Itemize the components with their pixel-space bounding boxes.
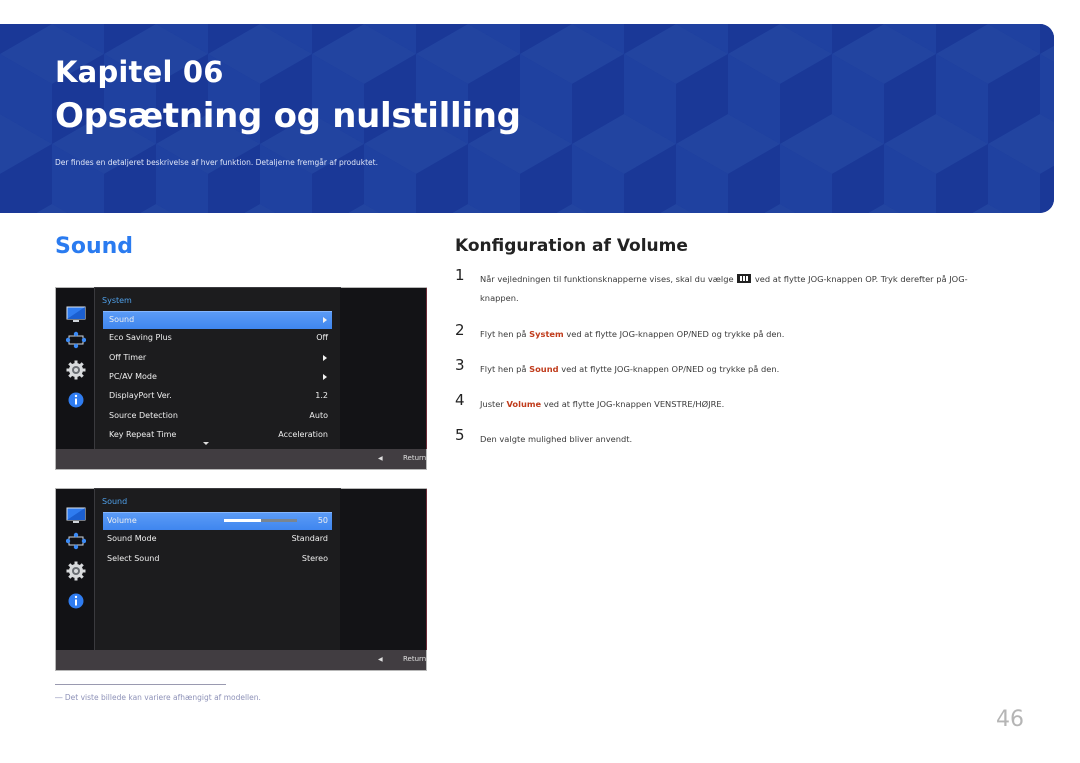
menu-item-label: Sound Mode <box>107 534 157 544</box>
resize-arrows-icon[interactable] <box>66 531 86 551</box>
chapter-banner: Kapitel 06 Opsætning og nulstilling Der … <box>0 24 1054 213</box>
menu-item-value: 1.2 <box>315 391 328 401</box>
osd-sound-menu: Sound Volume 50 Sound Mode Standard Select S… <box>55 488 427 671</box>
resize-arrows-icon[interactable] <box>66 330 86 350</box>
osd-backdrop <box>340 489 427 650</box>
menu-button-icon <box>737 274 752 283</box>
chevron-right-icon <box>323 317 327 323</box>
menu-item-eco-saving-plus[interactable]: Eco Saving Plus Off <box>103 330 332 347</box>
osd-system-menu: System Sound Eco Saving Plus Off Off Timer P… <box>55 287 427 470</box>
menu-item-sound[interactable]: Sound <box>103 311 332 329</box>
menu-item-label: Source Detection <box>109 410 178 420</box>
panel-title: Sound <box>102 497 128 506</box>
menu-item-label: Select Sound <box>107 553 160 563</box>
step-number: 2 <box>455 321 465 339</box>
menu-item-value: Stereo <box>301 553 328 563</box>
menu-item-pc-av-mode[interactable]: PC/AV Mode <box>103 369 332 386</box>
osd-icon-rail <box>56 288 94 449</box>
step-number: 5 <box>455 426 465 444</box>
menu-item-label: Key Repeat Time <box>109 429 177 439</box>
menu-item-value: Standard <box>291 534 328 544</box>
menu-item-off-timer[interactable]: Off Timer <box>103 350 332 367</box>
step-number: 1 <box>455 266 465 284</box>
gear-icon[interactable] <box>66 561 86 581</box>
return-arrow-icon: ◀ <box>378 656 383 663</box>
info-icon[interactable] <box>66 390 86 410</box>
step-text: Den valgte mulighed bliver anvendt. <box>480 434 633 444</box>
step-number: 4 <box>455 391 465 409</box>
chevron-right-icon <box>323 354 327 361</box>
chapter-number: Kapitel 06 <box>55 55 224 89</box>
section-title: Sound <box>55 234 134 259</box>
menu-item-value: 50 <box>317 516 328 525</box>
osd-panel: Sound Volume 50 Sound Mode Standard Select S… <box>94 488 341 652</box>
step-text: Flyt hen på System ved at flytte JOG-kna… <box>480 329 785 339</box>
steps-heading: Konfiguration af Volume <box>455 236 688 256</box>
osd-backdrop <box>340 288 427 449</box>
chapter-title: Opsætning og nulstilling <box>55 96 521 136</box>
menu-item-displayport-ver-[interactable]: DisplayPort Ver. 1.2 <box>103 388 332 405</box>
menu-item-key-repeat-time[interactable]: Key Repeat Time Acceleration <box>103 427 332 444</box>
scroll-down-icon[interactable] <box>203 442 209 445</box>
osd-footer: ◀ Return <box>56 650 426 670</box>
panel-title: System <box>102 296 132 305</box>
osd-panel: System Sound Eco Saving Plus Off Off Timer P… <box>94 287 341 451</box>
step-text: Juster Volume ved at flytte JOG-knappen … <box>480 399 725 409</box>
return-button[interactable]: Return <box>403 454 426 462</box>
menu-item-label: Volume <box>107 516 137 525</box>
volume-slider-fill <box>224 519 261 522</box>
menu-item-volume[interactable]: Volume 50 <box>103 512 332 530</box>
menu-item-value: Off <box>316 333 328 343</box>
gear-icon[interactable] <box>66 360 86 380</box>
return-button[interactable]: Return <box>403 655 426 663</box>
footnote: ― Det viste billede kan variere afhængig… <box>55 693 261 702</box>
volume-slider[interactable] <box>224 519 297 522</box>
menu-item-label: Eco Saving Plus <box>109 333 172 343</box>
menu-item-value: Acceleration <box>278 429 328 439</box>
menu-item-label: Off Timer <box>109 352 147 362</box>
monitor-icon[interactable] <box>66 305 86 325</box>
menu-item-label: Sound <box>109 315 135 324</box>
step-text: Når vejledningen til funktionsknapperne … <box>480 274 968 303</box>
step-text: Flyt hen på Sound ved at flytte JOG-knap… <box>480 364 780 374</box>
menu-item-sound-mode[interactable]: Sound Mode Standard <box>103 531 332 548</box>
chapter-description: Der findes en detaljeret beskrivelse af … <box>55 158 378 167</box>
osd-icon-rail <box>56 489 94 650</box>
return-arrow-icon: ◀ <box>378 455 383 462</box>
page-number: 46 <box>996 707 1024 732</box>
highlighted-term: Volume <box>506 399 542 409</box>
osd-footer: ◀ Return <box>56 449 426 469</box>
highlighted-term: System <box>529 329 564 339</box>
monitor-icon[interactable] <box>66 506 86 526</box>
menu-item-value: Auto <box>309 410 328 420</box>
menu-item-label: DisplayPort Ver. <box>109 391 172 401</box>
menu-item-source-detection[interactable]: Source Detection Auto <box>103 408 332 425</box>
highlighted-term: Sound <box>529 364 559 374</box>
menu-item-label: PC/AV Mode <box>109 371 157 381</box>
footnote-divider <box>55 684 226 685</box>
chevron-right-icon <box>323 373 327 380</box>
info-icon[interactable] <box>66 591 86 611</box>
menu-item-select-sound[interactable]: Select Sound Stereo <box>103 551 332 568</box>
step-number: 3 <box>455 356 465 374</box>
